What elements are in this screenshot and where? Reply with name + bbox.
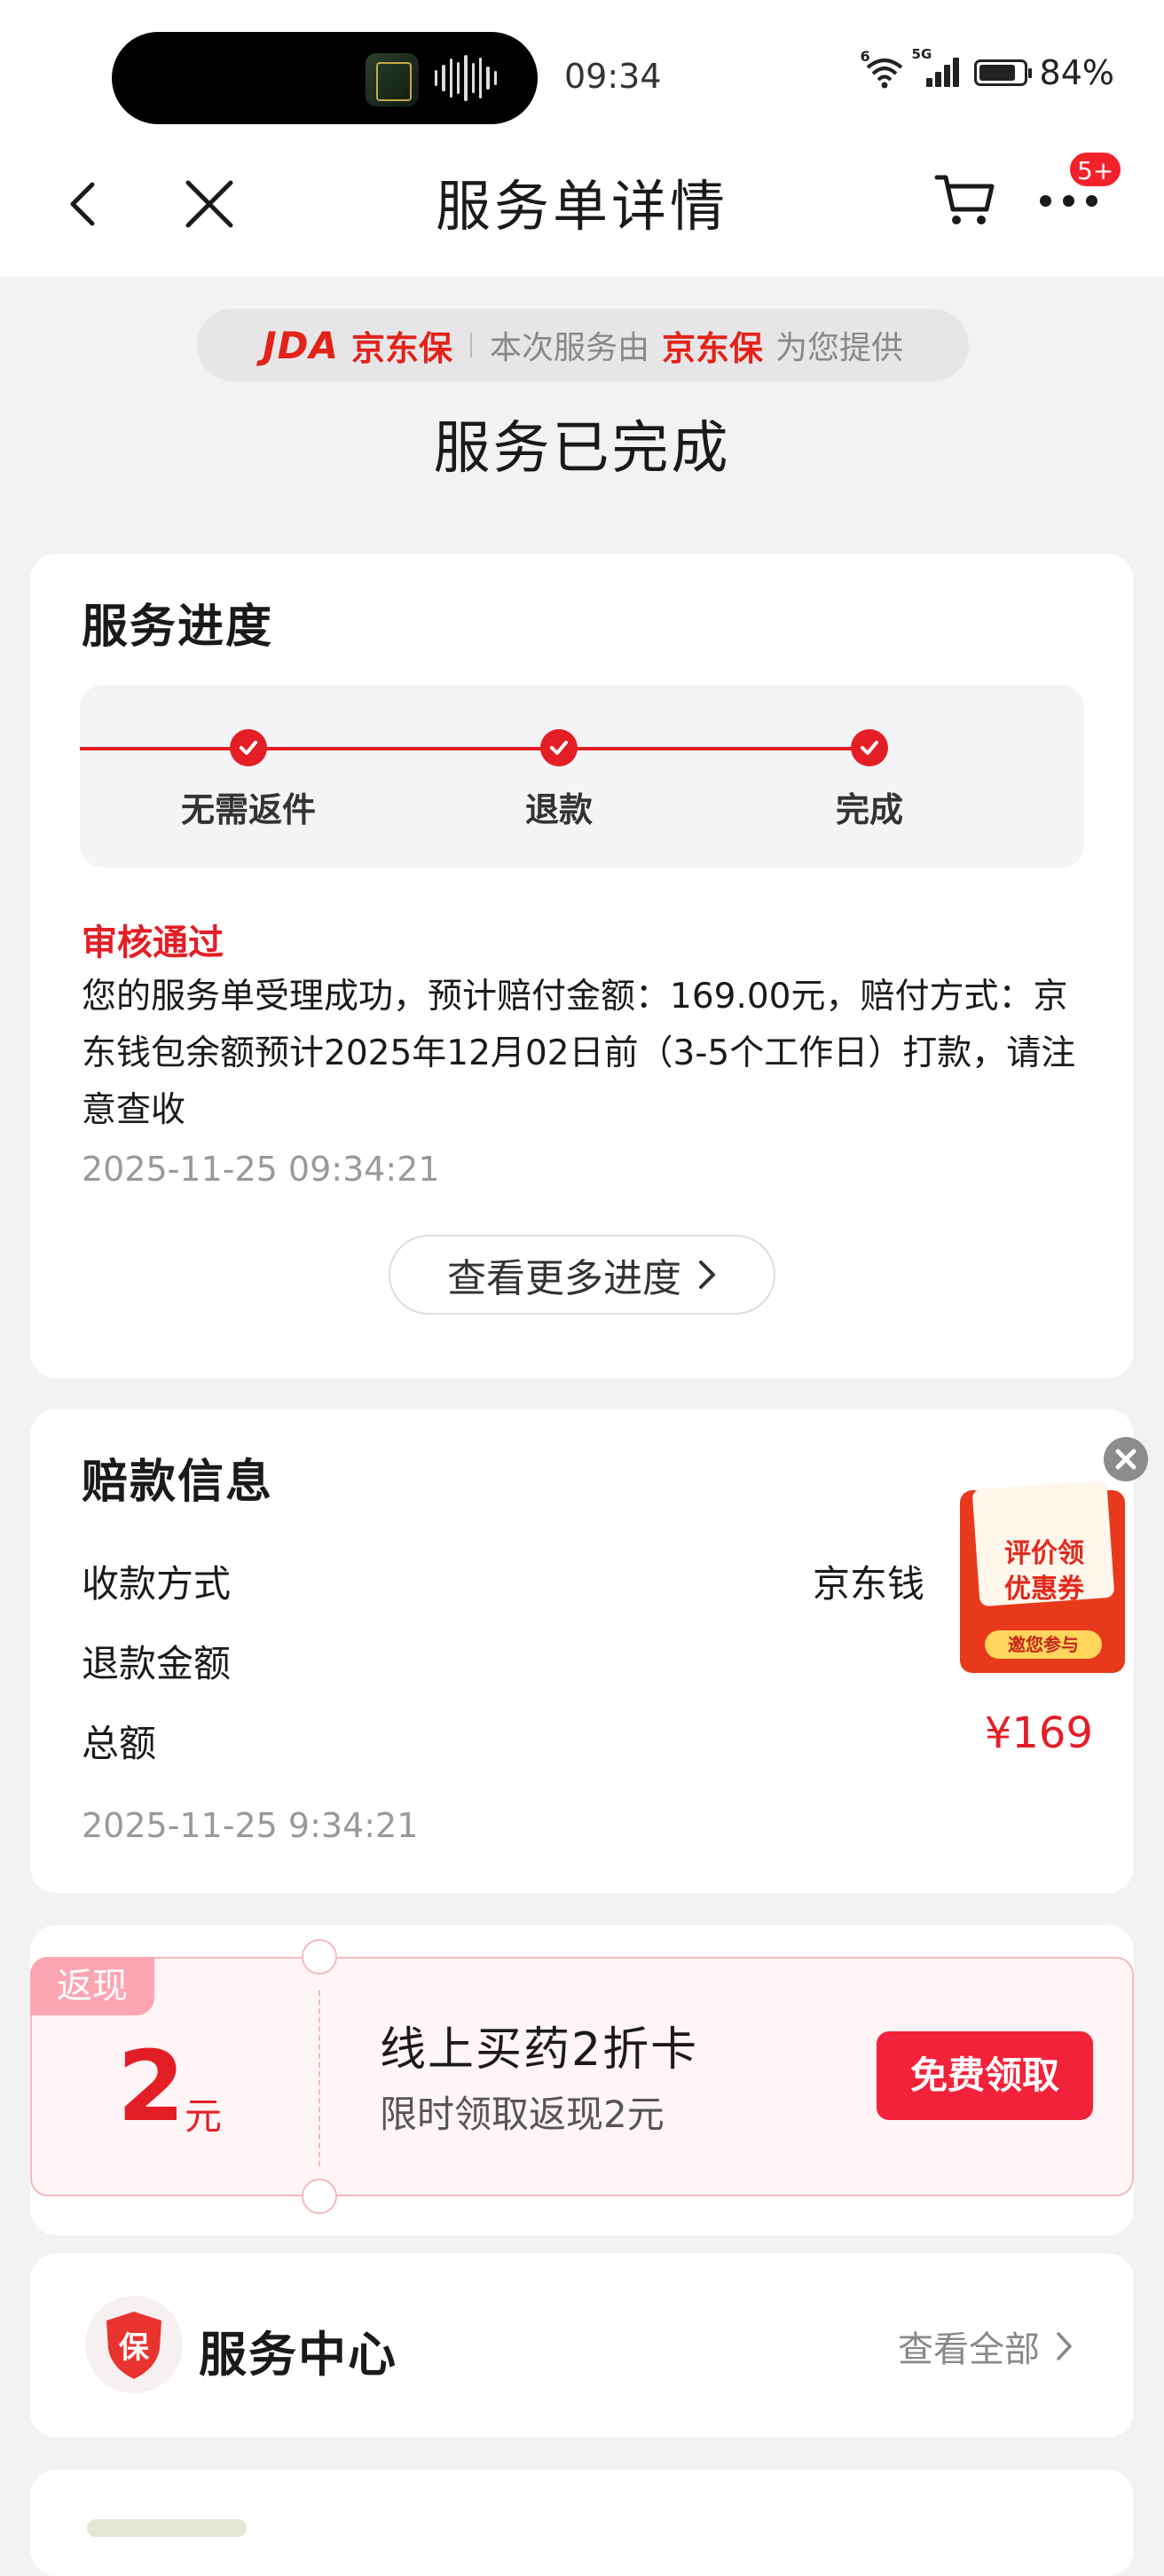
review-status: 审核通过 <box>82 923 224 963</box>
total-value: ¥169 <box>984 1708 1093 1758</box>
view-more-progress-button[interactable]: 查看更多进度 <box>389 1235 775 1315</box>
check-icon <box>230 729 267 766</box>
check-icon <box>851 729 888 766</box>
service-center-card[interactable]: 保 服务中心 查看全部 <box>30 2253 1134 2438</box>
cashback-tag: 返现 <box>30 1957 154 2015</box>
provider-banner: JDA 京东保 本次服务由 京东保 为您提供 <box>197 309 969 381</box>
ticket-notch <box>302 2179 337 2214</box>
signal-5g-icon <box>912 46 962 90</box>
placeholder-bar <box>87 2519 247 2537</box>
provider-text-prefix: 本次服务由 <box>489 330 649 366</box>
refund-timestamp: 2025-11-25 9:34:21 <box>82 1806 419 1845</box>
refund-card-title: 赔款信息 <box>82 1456 274 1509</box>
step-label: 无需返件 <box>180 790 316 829</box>
battery-icon <box>973 59 1032 86</box>
row-value: 京东钱 <box>812 1562 924 1606</box>
promo-title: 线上买药2折卡 <box>380 2023 699 2077</box>
ticket-divider <box>319 1991 320 2166</box>
row-label: 总额 <box>82 1722 157 1765</box>
music-app-icon <box>366 53 419 106</box>
service-center-title: 服务中心 <box>199 2327 397 2383</box>
total-row: 总额 ¥169 <box>82 1708 1093 1767</box>
promo-subtitle: 限时领取返现2元 <box>380 2093 665 2136</box>
row-label: 退款金额 <box>82 1642 232 1685</box>
jdb-logo: 京东保 <box>350 328 452 368</box>
view-all-link[interactable]: 查看全部 <box>898 2321 1074 2372</box>
refund-amount-row: 退款金额 <box>82 1634 1093 1687</box>
coupon-line2: 优惠券 <box>1004 1574 1084 1605</box>
navigation-bar: 服务单详情 5+ <box>0 151 1164 257</box>
notification-badge: 5+ <box>1068 151 1123 188</box>
view-all-label: 查看全部 <box>898 2329 1040 2370</box>
step-refund: 退款 <box>470 729 648 831</box>
progress-description: 您的服务单受理成功，预计赔付金额：169.00元，赔付方式：京东钱包余额预计20… <box>82 977 1076 1130</box>
wifi-icon <box>861 48 905 90</box>
service-progress-card: 服务进度 无需返件 退款 完成 审核通过 您的服务单受理成功，预计赔付金额：16… <box>30 554 1134 1378</box>
shield-icon: 保 <box>85 2296 183 2393</box>
step-no-return: 无需返件 <box>160 729 337 831</box>
progress-timestamp: 2025-11-25 09:34:21 <box>82 1150 440 1189</box>
row-label: 收款方式 <box>82 1562 232 1606</box>
provider-text-suffix: 为您提供 <box>775 330 904 366</box>
cart-icon[interactable] <box>933 167 997 231</box>
shield-text: 保 <box>119 2330 150 2366</box>
coupon-text: 评价领 优惠券 <box>978 1536 1111 1607</box>
step-label: 退款 <box>524 790 593 829</box>
battery-percent: 84% <box>1039 53 1114 92</box>
ticket-notch <box>302 1939 337 1975</box>
free-claim-button[interactable]: 免费领取 <box>877 2031 1093 2120</box>
close-float-icon[interactable] <box>1104 1437 1148 1481</box>
step-complete: 完成 <box>781 729 958 831</box>
coupon-line1: 评价领 <box>1004 1538 1084 1569</box>
payment-method-row: 收款方式 京东钱 <box>82 1554 1093 1607</box>
chevron-right-icon <box>1057 2332 1072 2360</box>
cashback-promo-card: 返现 2 元 线上买药2折卡 限时领取返现2元 免费领取 <box>30 1925 1134 2235</box>
progress-card-title: 服务进度 <box>82 601 274 654</box>
audio-wave-icon <box>435 53 497 103</box>
cashback-ticket: 返现 2 元 线上买药2折卡 限时领取返现2元 免费领取 <box>30 1939 1134 2214</box>
coupon-participate-button[interactable]: 邀您参与 <box>985 1630 1102 1659</box>
cashback-unit: 元 <box>185 2094 223 2138</box>
service-status-title: 服务已完成 <box>433 416 731 482</box>
progress-stepper: 无需返件 退款 完成 <box>80 685 1084 868</box>
dynamic-island[interactable] <box>112 32 538 124</box>
provider-brand-inline: 京东保 <box>662 328 764 368</box>
cashback-amount: 2 <box>117 2030 185 2143</box>
status-icons: 84% <box>861 46 1114 92</box>
step-label: 完成 <box>835 790 903 829</box>
status-time: 09:34 <box>564 57 662 96</box>
jda-logo: JDA <box>262 323 339 367</box>
review-coupon-float[interactable]: 评价领 优惠券 邀您参与 <box>960 1480 1125 1673</box>
next-card-partial <box>30 2470 1134 2576</box>
chevron-right-icon <box>699 1261 715 1289</box>
top-bar: 09:34 84% 服务单详情 <box>0 0 1164 277</box>
view-more-label: 查看更多进度 <box>447 1256 681 1301</box>
divider <box>469 333 472 357</box>
more-options-icon[interactable] <box>1040 195 1098 209</box>
check-icon <box>540 729 578 766</box>
